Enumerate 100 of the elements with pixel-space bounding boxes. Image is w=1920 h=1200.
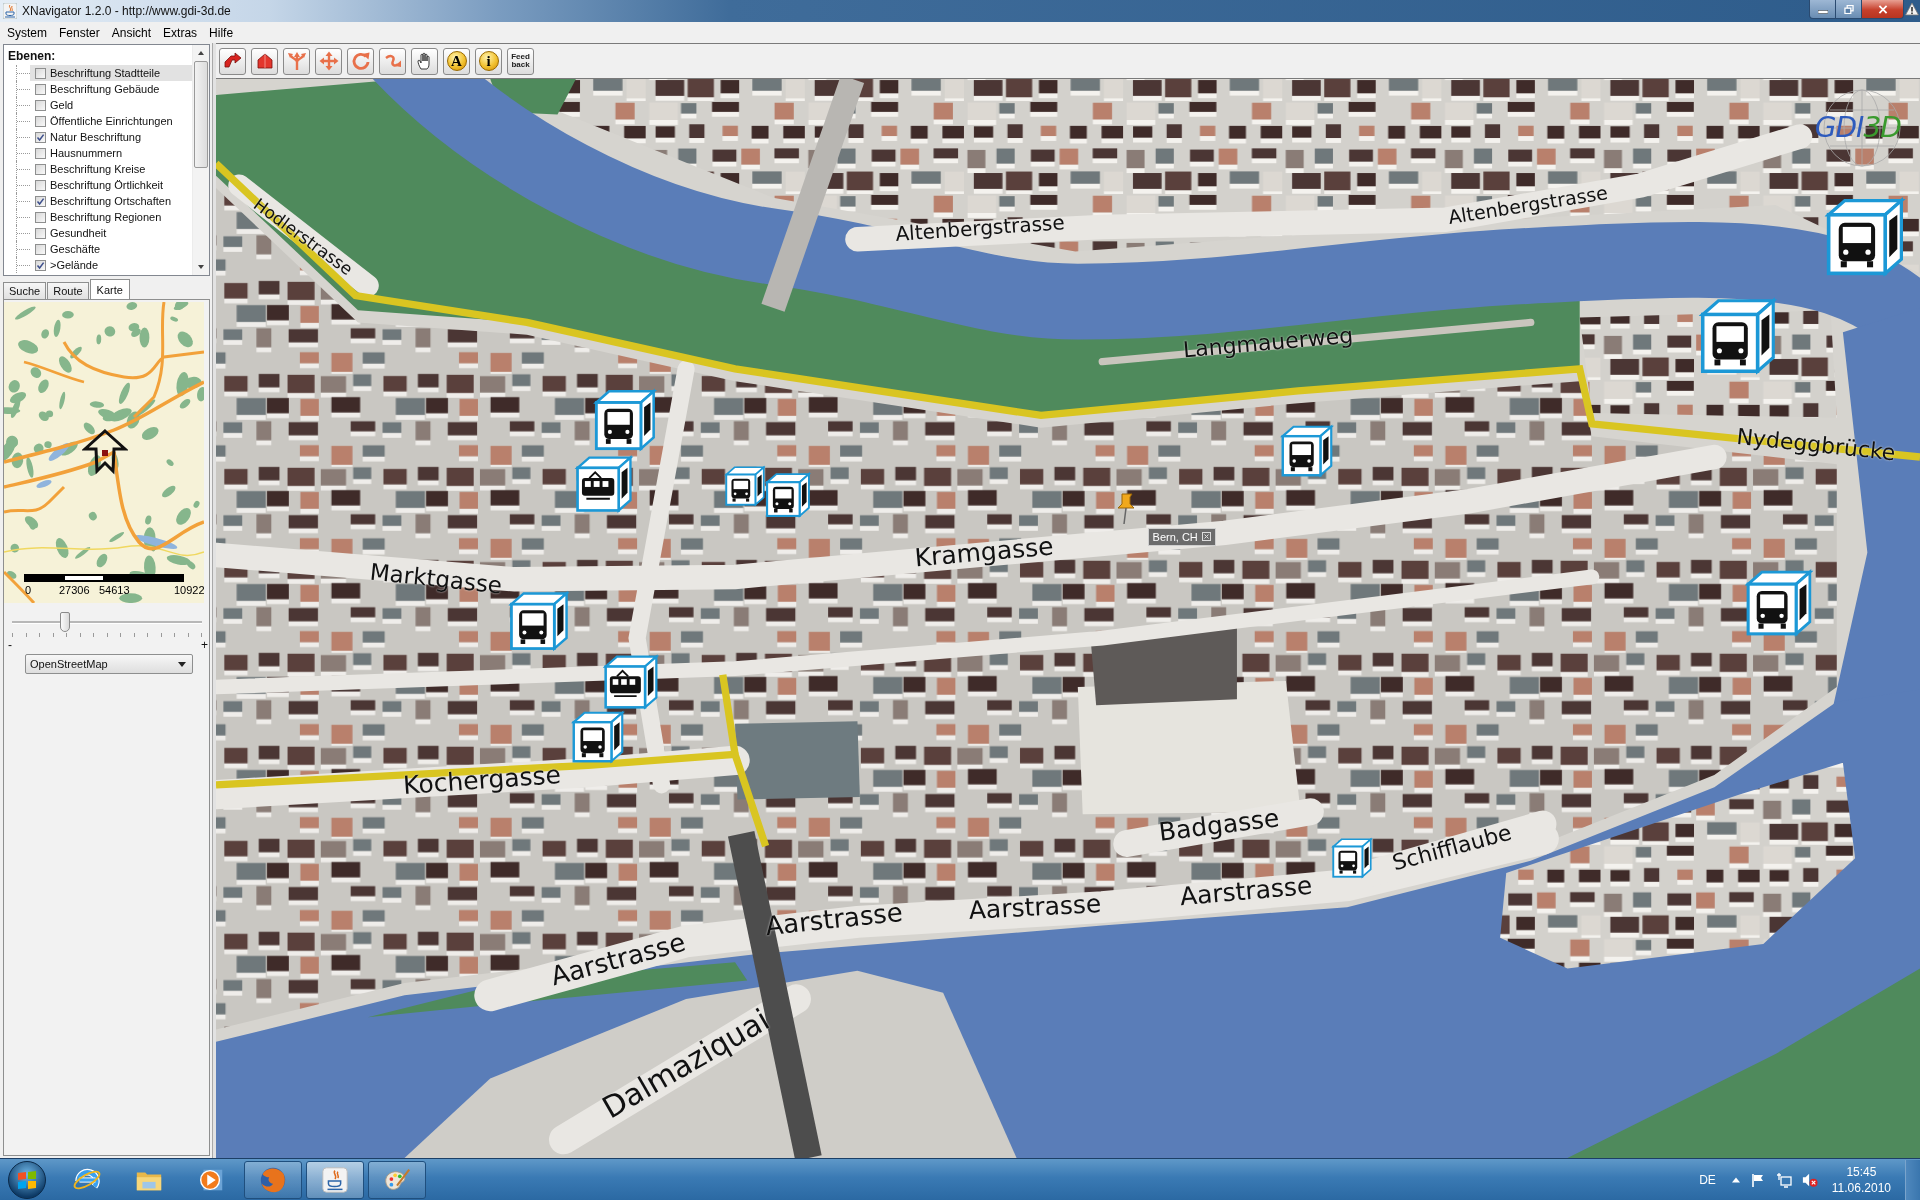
zoom-in-label: + bbox=[201, 639, 208, 651]
street-label: Altenbergstrasse bbox=[894, 212, 1066, 245]
checkbox[interactable] bbox=[35, 83, 46, 95]
tram-stop-icon[interactable] bbox=[602, 653, 660, 711]
bus-stop-icon[interactable] bbox=[1279, 423, 1334, 478]
toolbar-button[interactable] bbox=[379, 47, 406, 75]
toolbar-button[interactable] bbox=[219, 47, 246, 75]
taskbar-button[interactable] bbox=[244, 1160, 302, 1199]
taskbar-button[interactable] bbox=[368, 1160, 426, 1199]
vertical-scrollbar[interactable] bbox=[192, 45, 209, 275]
checkbox[interactable] bbox=[35, 211, 46, 223]
layer-item[interactable]: Beschriftung Gebäude bbox=[30, 81, 192, 97]
restore-icon bbox=[1843, 4, 1854, 14]
zoom-slider[interactable] bbox=[12, 609, 202, 639]
layer-item[interactable]: Beschriftung Ortschaften bbox=[30, 193, 192, 209]
scale-label: 27306 bbox=[59, 584, 90, 596]
close-icon bbox=[1877, 4, 1888, 14]
layer-item[interactable]: Beschriftung Stadtteile bbox=[30, 65, 192, 81]
tab[interactable]: Karte bbox=[89, 279, 130, 299]
layer-item[interactable]: >Gelände bbox=[30, 257, 192, 273]
layer-item[interactable]: Beschriftung Regionen bbox=[30, 209, 192, 225]
bus-stop-icon[interactable] bbox=[764, 471, 811, 519]
checkbox[interactable] bbox=[35, 227, 46, 239]
menu-item[interactable]: Fenster bbox=[53, 23, 106, 42]
warning-icon bbox=[1905, 2, 1919, 16]
layer-item[interactable]: Natur Beschriftung bbox=[30, 129, 192, 145]
checkbox[interactable] bbox=[35, 259, 46, 271]
checkbox[interactable] bbox=[35, 147, 46, 159]
zoom-out-label: - bbox=[8, 639, 12, 651]
menu-item[interactable]: Hilfe bbox=[203, 23, 240, 42]
street-label: Marktgasse bbox=[369, 561, 504, 598]
street-label: Kramgasse bbox=[913, 533, 1054, 571]
location-name: Bern, CH bbox=[1152, 530, 1198, 543]
layer-item[interactable]: Beschriftung Kreise bbox=[30, 161, 192, 177]
window-title: XNavigator 1.2.0 - http://www.gdi-3d.de bbox=[22, 4, 231, 18]
layer-item[interactable]: Hausnummern bbox=[30, 145, 192, 161]
scale-label: 10922 bbox=[174, 584, 204, 596]
street-label: Aarstrasse bbox=[764, 899, 905, 940]
street-label: Aarstrasse bbox=[1178, 873, 1313, 910]
caret-up-icon[interactable] bbox=[1731, 1176, 1740, 1183]
coffee-cup-icon bbox=[320, 1164, 350, 1195]
toolbar-button[interactable] bbox=[315, 47, 342, 75]
toolbar-button[interactable] bbox=[347, 47, 374, 75]
coffee-cup-icon bbox=[3, 3, 17, 19]
tram-stop-icon[interactable] bbox=[574, 454, 634, 514]
slider-thumb[interactable] bbox=[60, 612, 71, 632]
street-label: Badgasse bbox=[1157, 805, 1281, 845]
flag-icon[interactable] bbox=[1749, 1171, 1766, 1188]
close-icon[interactable] bbox=[1201, 532, 1211, 542]
tab[interactable]: Route bbox=[47, 282, 89, 299]
checkbox[interactable] bbox=[35, 163, 46, 175]
bus-stop-icon[interactable] bbox=[1824, 196, 1906, 278]
scale-label: 0 bbox=[25, 584, 32, 596]
layer-item[interactable]: Geschäfte bbox=[30, 241, 192, 257]
split-arrows-icon bbox=[286, 51, 307, 71]
speaker-icon[interactable] bbox=[1801, 1171, 1818, 1188]
toolbar-button[interactable] bbox=[283, 47, 310, 75]
clock-button[interactable]: 15:45 11.06.2010 bbox=[1827, 1163, 1895, 1196]
move-arrows-icon bbox=[318, 51, 339, 71]
toolbar-button[interactable] bbox=[411, 47, 438, 75]
checkbox[interactable] bbox=[35, 243, 46, 255]
close-button[interactable] bbox=[1862, 0, 1904, 19]
toolbar-button[interactable]: i bbox=[475, 47, 502, 75]
checkbox[interactable] bbox=[35, 179, 46, 191]
caret-icon bbox=[178, 661, 186, 667]
layer-item[interactable]: Öffentliche Einrichtungen bbox=[30, 113, 192, 129]
network-icon[interactable] bbox=[1775, 1171, 1792, 1188]
bus-stop-icon[interactable] bbox=[1698, 296, 1777, 376]
menu-item[interactable]: Extras bbox=[157, 23, 204, 42]
block-arrow-icon bbox=[222, 51, 243, 71]
tab[interactable]: Suche bbox=[3, 282, 47, 299]
bus-stop-icon[interactable] bbox=[1744, 568, 1814, 637]
bus-stop-icon[interactable] bbox=[508, 590, 570, 652]
scrollbar-thumb[interactable] bbox=[194, 61, 208, 168]
bus-stop-icon[interactable] bbox=[571, 710, 625, 765]
restore-button[interactable] bbox=[1836, 0, 1862, 19]
checkbox[interactable] bbox=[35, 67, 46, 79]
language-indicator[interactable]: DE bbox=[1699, 1172, 1716, 1187]
taskbar-button[interactable] bbox=[306, 1160, 364, 1199]
toolbar-button[interactable]: Feed back bbox=[507, 47, 534, 75]
bus-stop-icon[interactable] bbox=[593, 388, 657, 453]
street-label: Langmauerweg bbox=[1181, 324, 1354, 362]
bus-stop-icon[interactable] bbox=[724, 465, 766, 508]
checkbox[interactable] bbox=[35, 131, 46, 143]
minimize-button[interactable] bbox=[1809, 0, 1836, 19]
menu-item[interactable]: System bbox=[1, 23, 53, 42]
toolbar-button[interactable] bbox=[251, 47, 278, 75]
layer-item[interactable]: Geld bbox=[30, 97, 192, 113]
scale-label: 54613 bbox=[99, 584, 130, 596]
layer-item[interactable]: Gesundheit bbox=[30, 225, 192, 241]
start-button[interactable] bbox=[7, 1159, 47, 1200]
checkbox[interactable] bbox=[35, 99, 46, 111]
layer-item[interactable]: Beschriftung Örtlichkeit bbox=[30, 177, 192, 193]
checkbox[interactable] bbox=[35, 195, 46, 207]
map-source-dropdown[interactable]: OpenStreetMap bbox=[25, 654, 193, 674]
bus-stop-icon[interactable] bbox=[1331, 837, 1373, 880]
menu-item[interactable]: Ansicht bbox=[105, 23, 158, 42]
location-arrow-icon bbox=[82, 429, 128, 475]
checkbox[interactable] bbox=[35, 115, 46, 127]
toolbar-button[interactable]: A bbox=[443, 47, 470, 75]
